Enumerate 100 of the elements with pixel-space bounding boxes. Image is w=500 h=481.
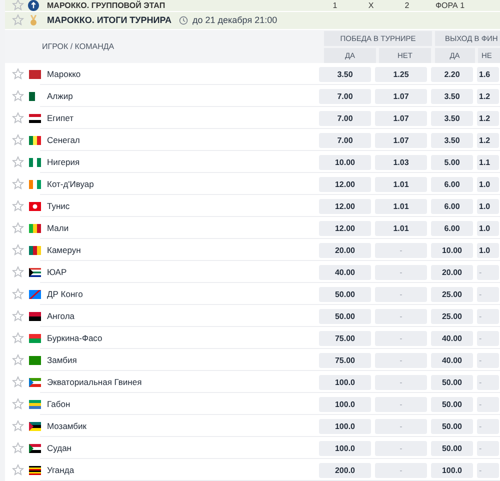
flag-icon [29,224,41,232]
odds-button[interactable]: 20.00 [431,264,473,280]
star-icon[interactable] [12,68,24,80]
star-icon[interactable] [12,112,24,124]
clock-icon [179,16,188,25]
star-icon[interactable] [12,14,24,26]
odds-button[interactable]: 50.00 [319,286,371,302]
column-label: 1 [332,0,338,10]
team-name: Экваториальная Гвинея [47,377,143,387]
odds-button[interactable]: 200.0 [319,462,371,478]
team-name: Замбия [47,355,78,365]
odds-button[interactable]: 1.0 [477,220,499,236]
odds-button[interactable]: 1.07 [375,88,427,104]
odds-button[interactable]: 100.0 [319,440,371,456]
star-icon[interactable] [12,134,24,146]
group-title[interactable]: МАРОККО. ГРУППОВОЙ ЭТАП [47,0,317,10]
odds-button[interactable]: 7.00 [319,88,371,104]
odds-button[interactable]: 1.2 [477,132,499,148]
odds-button[interactable]: 100.0 [431,462,473,478]
odds-button[interactable]: 50.00 [431,374,473,390]
odds-button[interactable]: 10.00 [431,242,473,258]
odds-button[interactable]: 1.01 [375,176,427,192]
flag-icon [29,158,41,166]
odds-button[interactable]: 1.6 [477,66,499,82]
star-icon[interactable] [12,310,24,322]
star-icon[interactable] [12,288,24,300]
odds-button[interactable]: 40.00 [319,264,371,280]
odds-button[interactable]: 100.0 [319,396,371,412]
odds-button[interactable]: 1.01 [375,198,427,214]
odds-button[interactable]: 100.0 [319,374,371,390]
odds-button[interactable]: 7.00 [319,132,371,148]
odds-button[interactable]: 6.00 [431,176,473,192]
team-name: Ангола [47,311,76,321]
odds-button[interactable]: 1.0 [477,176,499,192]
star-icon[interactable] [12,464,24,476]
flag-icon [29,290,41,298]
star-icon[interactable] [12,222,24,234]
star-icon[interactable] [12,90,24,102]
flag-icon [29,202,41,210]
odds-button[interactable]: 5.00 [431,154,473,170]
odds-button[interactable]: 25.00 [431,308,473,324]
star-icon[interactable] [12,354,24,366]
odds-button[interactable]: 75.00 [319,352,371,368]
odds-button[interactable]: 7.00 [319,110,371,126]
star-icon[interactable] [12,332,24,344]
star-icon[interactable] [12,420,24,432]
odds-button[interactable]: 12.00 [319,220,371,236]
odds-button[interactable]: 12.00 [319,198,371,214]
odds-button[interactable]: 50.00 [431,440,473,456]
star-icon[interactable] [12,156,24,168]
star-icon[interactable] [12,442,24,454]
flag-icon [29,136,41,144]
star-icon[interactable] [12,376,24,388]
odds-button[interactable]: 3.50 [431,88,473,104]
star-icon[interactable] [12,244,24,256]
odds-button[interactable]: 2.20 [431,66,473,82]
column-label: X [367,0,375,10]
odds-button[interactable]: 1.0 [477,198,499,214]
odds-button[interactable]: 1.03 [375,154,427,170]
odds-button[interactable]: 1.01 [375,220,427,236]
odds-button[interactable]: 1.0 [477,242,499,258]
flag-icon [29,180,41,188]
star-icon[interactable] [12,266,24,278]
odds-button[interactable]: 3.50 [431,132,473,148]
odds-button[interactable]: 100.0 [319,418,371,434]
star-icon[interactable] [12,0,24,11]
odds-button[interactable]: 1.1 [477,154,499,170]
odds-button[interactable]: 1.2 [477,88,499,104]
odds-button[interactable]: 75.00 [319,330,371,346]
odds-button[interactable]: 50.00 [431,418,473,434]
tournament-title[interactable]: МАРОККО. ИТОГИ ТУРНИРА [47,15,172,26]
odds-button[interactable]: 1.25 [375,66,427,82]
odds-button[interactable]: 6.00 [431,198,473,214]
flag-icon [29,268,41,276]
odds-button[interactable]: 40.00 [431,330,473,346]
odds-button[interactable]: 1.07 [375,132,427,148]
star-icon[interactable] [12,398,24,410]
odds-button[interactable]: 1.2 [477,110,499,126]
odds-button[interactable]: 50.00 [319,308,371,324]
team-name: Тунис [47,201,71,211]
odds-button[interactable]: 3.50 [431,110,473,126]
flag-icon [29,70,41,78]
column-label: 2 [404,0,410,10]
odds-button[interactable]: 20.00 [319,242,371,258]
star-icon[interactable] [12,200,24,212]
star-icon[interactable] [12,178,24,190]
odds-button[interactable]: 40.00 [431,352,473,368]
team-name: Нигерия [47,157,81,167]
team-name: Уганда [47,465,76,475]
odds-button[interactable]: 25.00 [431,286,473,302]
odds-button[interactable]: 6.00 [431,220,473,236]
odds-button[interactable]: 3.50 [319,66,371,82]
medal-icon [28,14,39,26]
odds-button[interactable]: 12.00 [319,176,371,192]
odds-button[interactable]: 10.00 [319,154,371,170]
flag-icon [29,312,41,320]
odds-button[interactable]: 1.07 [375,110,427,126]
flag-icon [29,400,41,408]
team-name: Кот-д'Ивуар [47,179,95,189]
odds-button[interactable]: 50.00 [431,396,473,412]
